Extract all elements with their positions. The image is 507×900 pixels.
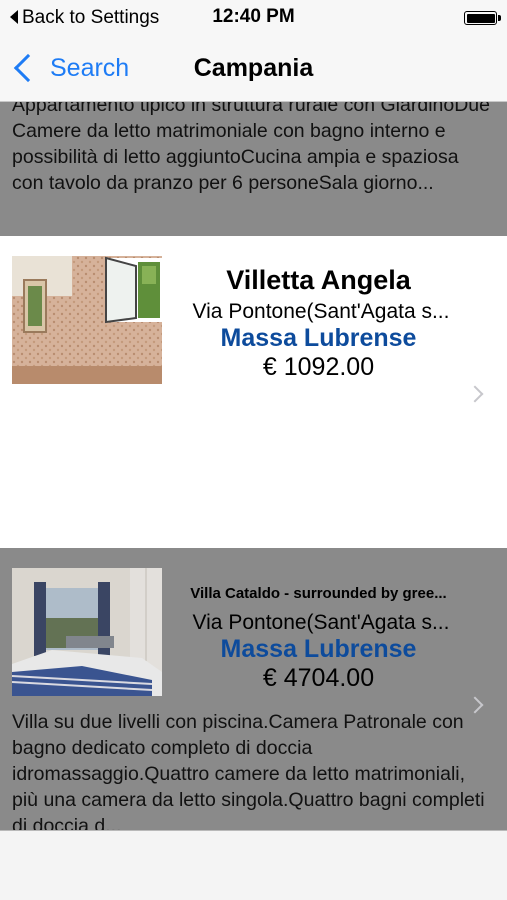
status-bar: Back to Settings 12:40 PM — [0, 0, 507, 36]
listing-city: Massa Lubrense — [220, 324, 417, 352]
list-item[interactable]: Villetta Angela Via Pontone(Sant'Agata s… — [0, 236, 507, 548]
navigation-bar: Search Campania — [0, 36, 507, 102]
listing-price: € 4704.00 — [262, 664, 375, 692]
listing-title: Villa Cataldo - surrounded by gree... — [190, 585, 447, 602]
bottom-toolbar — [0, 830, 507, 900]
listing-thumbnail — [12, 256, 162, 384]
listing-table[interactable]: Appartamento tipico in struttura rurale … — [0, 102, 507, 830]
listing-title: Villetta Angela — [226, 265, 411, 295]
listing-description: Villa su due livelli con piscina.Camera … — [12, 711, 485, 830]
list-item[interactable]: Villa Cataldo - surrounded by gree... Vi… — [0, 548, 507, 830]
listing-city: Massa Lubrense — [220, 635, 417, 663]
listing-address: Via Pontone(Sant'Agata s... — [192, 300, 450, 323]
listing-description: Appartamento tipico in struttura rurale … — [12, 102, 490, 194]
page-title: Campania — [193, 54, 314, 82]
status-time: 12:40 PM — [212, 6, 295, 27]
disclosure-chevron-icon — [466, 385, 484, 403]
listing-address: Via Pontone(Sant'Agata s... — [192, 611, 450, 634]
list-item[interactable]: Appartamento tipico in struttura rurale … — [0, 102, 507, 236]
listing-price: € 1092.00 — [262, 353, 375, 381]
listing-thumbnail — [12, 568, 162, 696]
battery-icon — [464, 11, 501, 25]
